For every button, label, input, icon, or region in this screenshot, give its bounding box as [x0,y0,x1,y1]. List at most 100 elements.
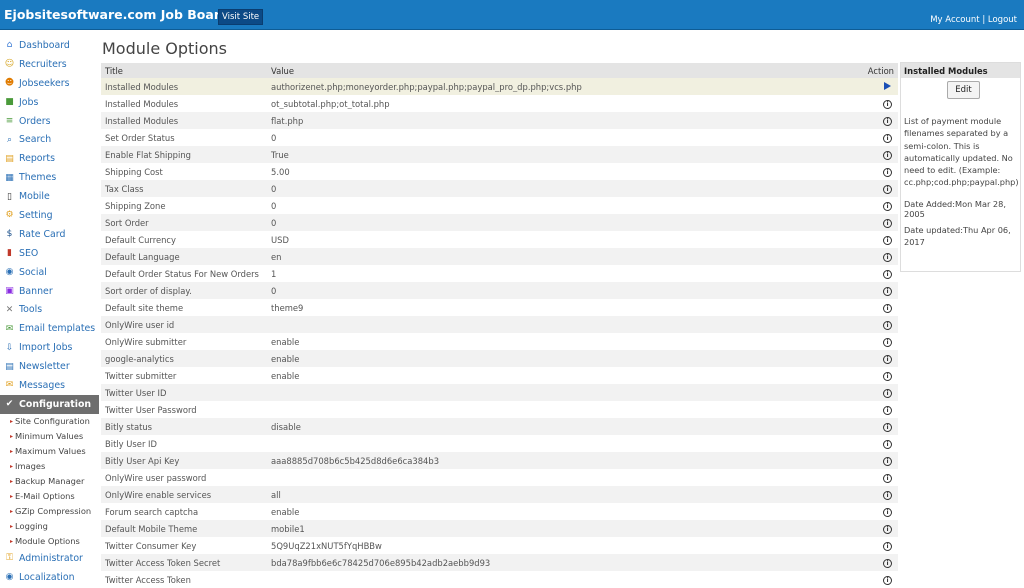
table-row[interactable]: Sort order of display. 0 i [101,282,898,299]
edit-button[interactable]: Edit [947,81,980,99]
sidebar-item-localization[interactable]: ◉ Localization [0,568,99,586]
info-icon[interactable]: i [883,440,892,449]
table-row[interactable]: Twitter submitter enable i [101,367,898,384]
sidebar-item-seo[interactable]: ▮ SEO [0,244,99,263]
submenu-item[interactable]: Backup Manager [0,474,99,489]
submenu-item[interactable]: Logging [0,519,99,534]
logout-link[interactable]: Logout [988,15,1017,25]
info-icon[interactable]: i [883,134,892,143]
table-row[interactable]: Tax Class 0 i [101,180,898,197]
table-row[interactable]: Installed Modules ot_subtotal.php;ot_tota… [101,95,898,112]
table-row[interactable]: Twitter Access Token Secret bda78a9fbb6e6… [101,554,898,571]
table-row[interactable]: OnlyWire user password i [101,469,898,486]
sidebar-item-themes[interactable]: ▦ Themes [0,168,99,187]
info-icon[interactable]: i [883,491,892,500]
sidebar-item-reports[interactable]: ▤ Reports [0,149,99,168]
brand-title[interactable]: Ejobsitesoftware.com Job Board [4,7,229,22]
sidebar-item-messages[interactable]: ✉ Messages [0,376,99,395]
info-icon[interactable]: i [883,474,892,483]
sidebar-item-newsletter[interactable]: ▤ Newsletter [0,357,99,376]
info-icon[interactable]: i [883,321,892,330]
info-icon[interactable]: i [883,151,892,160]
submenu-item[interactable]: Module Options [0,534,99,549]
info-icon[interactable]: i [883,389,892,398]
cell-title: Tax Class [105,183,144,194]
info-icon[interactable]: i [883,100,892,109]
sidebar-item-import-jobs[interactable]: ⇩ Import Jobs [0,338,99,357]
table-row[interactable]: Shipping Zone 0 i [101,197,898,214]
sidebar-item-recruiters[interactable]: ☺ Recruiters [0,55,99,74]
submenu-item[interactable]: Images [0,459,99,474]
info-icon[interactable]: i [883,372,892,381]
submenu-item[interactable]: Minimum Values [0,429,99,444]
table-row[interactable]: Default Language en i [101,248,898,265]
info-icon[interactable]: i [883,338,892,347]
info-icon[interactable]: i [883,185,892,194]
sidebar-item-rate-card[interactable]: $ Rate Card [0,225,99,244]
submenu-item[interactable]: Maximum Values [0,444,99,459]
info-icon[interactable]: i [883,457,892,466]
my-account-link[interactable]: My Account [930,15,979,25]
table-row[interactable]: OnlyWire user id i [101,316,898,333]
table-row[interactable]: Default site theme theme9 i [101,299,898,316]
info-icon[interactable]: i [883,117,892,126]
table-row[interactable]: Sort Order 0 i [101,214,898,231]
table-row[interactable]: Default Mobile Theme mobile1 i [101,520,898,537]
sidebar-item-dashboard[interactable]: ⌂ Dashboard [0,36,99,55]
info-icon[interactable]: i [883,304,892,313]
info-icon[interactable]: i [883,542,892,551]
table-row[interactable]: Installed Modules flat.php i [101,112,898,129]
column-header-value: Value [271,65,294,76]
table-row[interactable]: Twitter Consumer Key 5Q9UqZ21xNUT5fYqHBBw… [101,537,898,554]
sidebar-item-social[interactable]: ◉ Social [0,263,99,282]
sidebar-item-label: Email templates [19,323,96,335]
table-row[interactable]: Twitter Access Token i [101,571,898,588]
visit-site-button[interactable]: Visit Site [218,9,264,25]
table-row[interactable]: Set Order Status 0 i [101,129,898,146]
table-row[interactable]: Twitter User ID i [101,384,898,401]
sidebar-item-administrator[interactable]: ⚿ Administrator [0,549,99,568]
info-icon[interactable]: i [883,406,892,415]
submenu-item[interactable]: Site Configuration [0,414,99,429]
table-row[interactable]: google-analytics enable i [101,350,898,367]
sidebar-item-label: Rate Card [19,228,66,240]
submenu-item[interactable]: E-Mail Options [0,489,99,504]
info-icon[interactable]: i [883,355,892,364]
table-row[interactable]: Shipping Cost 5.00 i [101,163,898,180]
info-icon[interactable]: i [883,270,892,279]
table-row[interactable]: Bitly status disable i [101,418,898,435]
sidebar-item-banner[interactable]: ▣ Banner [0,282,99,301]
info-icon[interactable]: i [883,168,892,177]
table-row[interactable]: Default Currency USD i [101,231,898,248]
table-row[interactable]: Default Order Status For New Orders 1 i [101,265,898,282]
sidebar-item-setting[interactable]: ⚙ Setting [0,206,99,225]
table-row[interactable]: Bitly User ID i [101,435,898,452]
info-icon[interactable]: i [883,287,892,296]
sidebar-item-jobs[interactable]: ■ Jobs [0,93,99,112]
selected-arrow-icon[interactable] [884,81,891,90]
sidebar-item-search[interactable]: ⌕ Search [0,130,99,149]
table-row[interactable]: Twitter User Password i [101,401,898,418]
table-row[interactable]: Bitly User Api Key aaa8885d708b6c5b425d8d… [101,452,898,469]
submenu-item[interactable]: GZip Compression [0,504,99,519]
sidebar-item-tools[interactable]: ✕ Tools [0,300,99,319]
table-row[interactable]: Installed Modules authorizenet.php;moneyo… [101,78,898,95]
info-icon[interactable]: i [883,559,892,568]
table-row[interactable]: OnlyWire submitter enable i [101,333,898,350]
table-row[interactable]: Enable Flat Shipping True i [101,146,898,163]
table-row[interactable]: OnlyWire enable services all i [101,486,898,503]
sidebar-item-email-templates[interactable]: ✉ Email templates [0,319,99,338]
info-icon[interactable]: i [883,576,892,585]
table-row[interactable]: Forum search captcha enable i [101,503,898,520]
info-icon[interactable]: i [883,508,892,517]
info-icon[interactable]: i [883,525,892,534]
info-icon[interactable]: i [883,202,892,211]
info-icon[interactable]: i [883,236,892,245]
info-icon[interactable]: i [883,253,892,262]
info-icon[interactable]: i [883,219,892,228]
info-icon[interactable]: i [883,423,892,432]
sidebar-item-configuration[interactable]: ✔ Configuration [0,394,99,414]
sidebar-item-jobseekers[interactable]: ☻ Jobseekers [0,74,99,93]
sidebar-item-mobile[interactable]: ▯ Mobile [0,187,99,206]
sidebar-item-orders[interactable]: ≡ Orders [0,112,99,131]
